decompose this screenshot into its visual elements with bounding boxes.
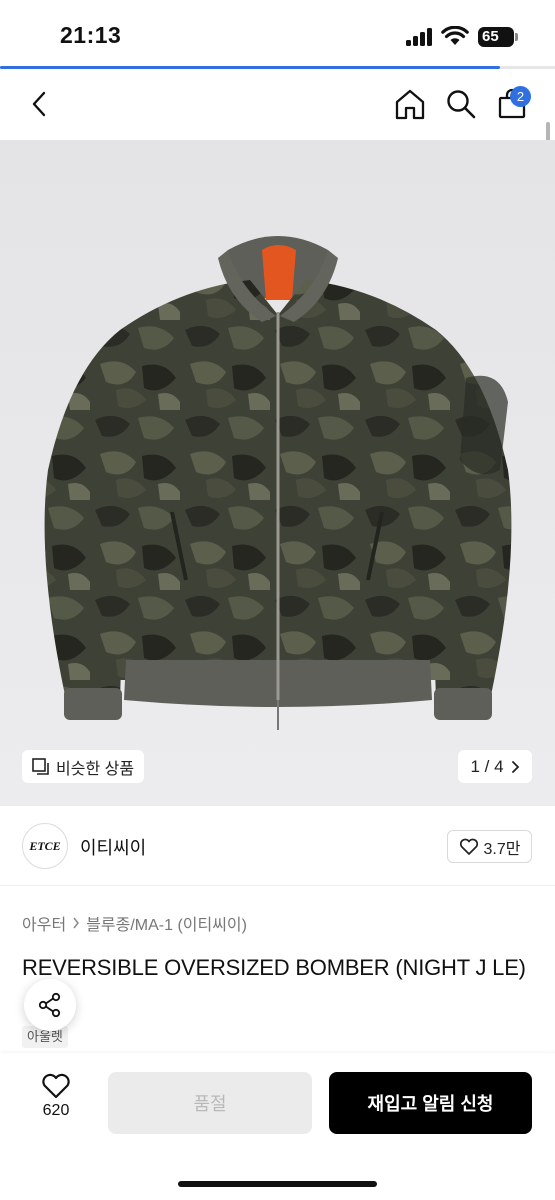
wifi-icon bbox=[441, 26, 469, 45]
home-icon bbox=[395, 89, 425, 120]
share-button[interactable] bbox=[24, 979, 76, 1031]
breadcrumb: 아우터 블루종/MA-1 (이티씨이) bbox=[22, 911, 247, 935]
breadcrumb-level2[interactable]: 블루종/MA-1 (이티씨이) bbox=[86, 911, 247, 935]
back-button[interactable] bbox=[22, 86, 58, 122]
image-pager-label: 1 / 4 bbox=[470, 756, 504, 776]
wish-button[interactable]: 620 bbox=[26, 1073, 86, 1133]
battery-icon: 65 bbox=[478, 27, 514, 47]
home-button[interactable] bbox=[392, 86, 428, 122]
restock-notify-label: 재입고 알림 신청 bbox=[367, 1094, 494, 1114]
chevron-right-icon bbox=[511, 760, 519, 773]
page-load-progress bbox=[0, 66, 555, 69]
cart-count-badge: 2 bbox=[510, 86, 531, 107]
image-pager[interactable]: 1 / 4 bbox=[458, 750, 532, 783]
brand-logo[interactable]: ETCE bbox=[22, 823, 68, 869]
brand-logo-text: ETCE bbox=[29, 838, 61, 853]
page-load-progress-fill bbox=[0, 66, 500, 69]
product-image-gallery[interactable] bbox=[0, 140, 555, 806]
similar-products-label: 비슷한 상품 bbox=[56, 760, 135, 778]
battery-tip bbox=[515, 33, 518, 41]
soldout-label: 품절 bbox=[193, 1094, 227, 1114]
heart-icon bbox=[42, 1073, 70, 1099]
signal-icon bbox=[406, 28, 436, 46]
home-indicator bbox=[178, 1181, 377, 1187]
search-icon bbox=[447, 90, 476, 119]
battery-level: 65 bbox=[482, 28, 499, 45]
similar-products-button[interactable]: 비슷한 상품 bbox=[22, 750, 145, 783]
soldout-button: 품절 bbox=[108, 1072, 312, 1134]
similar-icon bbox=[32, 757, 49, 775]
search-button[interactable] bbox=[443, 86, 479, 122]
share-icon bbox=[38, 992, 61, 1018]
back-icon bbox=[32, 91, 46, 117]
brand-row: ETCE 이티씨이 3.7만 bbox=[0, 806, 555, 886]
bomber-jacket-image bbox=[44, 236, 512, 730]
brand-name[interactable]: 이티씨이 bbox=[80, 834, 146, 860]
status-bar: 21:13 65 bbox=[0, 0, 555, 66]
brand-like-button[interactable]: 3.7만 bbox=[447, 830, 532, 863]
status-time: 21:13 bbox=[60, 22, 122, 48]
chevron-right-icon bbox=[73, 917, 80, 929]
heart-icon bbox=[459, 838, 478, 855]
restock-notify-button[interactable]: 재입고 알림 신청 bbox=[329, 1072, 532, 1134]
top-navigation bbox=[0, 76, 555, 136]
breadcrumb-level1[interactable]: 아우터 bbox=[22, 911, 66, 935]
brand-like-count: 3.7만 bbox=[483, 840, 521, 858]
wish-count: 620 bbox=[42, 1102, 70, 1119]
product-title: REVERSIBLE OVERSIZED BOMBER (NIGHT J LE) bbox=[22, 955, 526, 980]
